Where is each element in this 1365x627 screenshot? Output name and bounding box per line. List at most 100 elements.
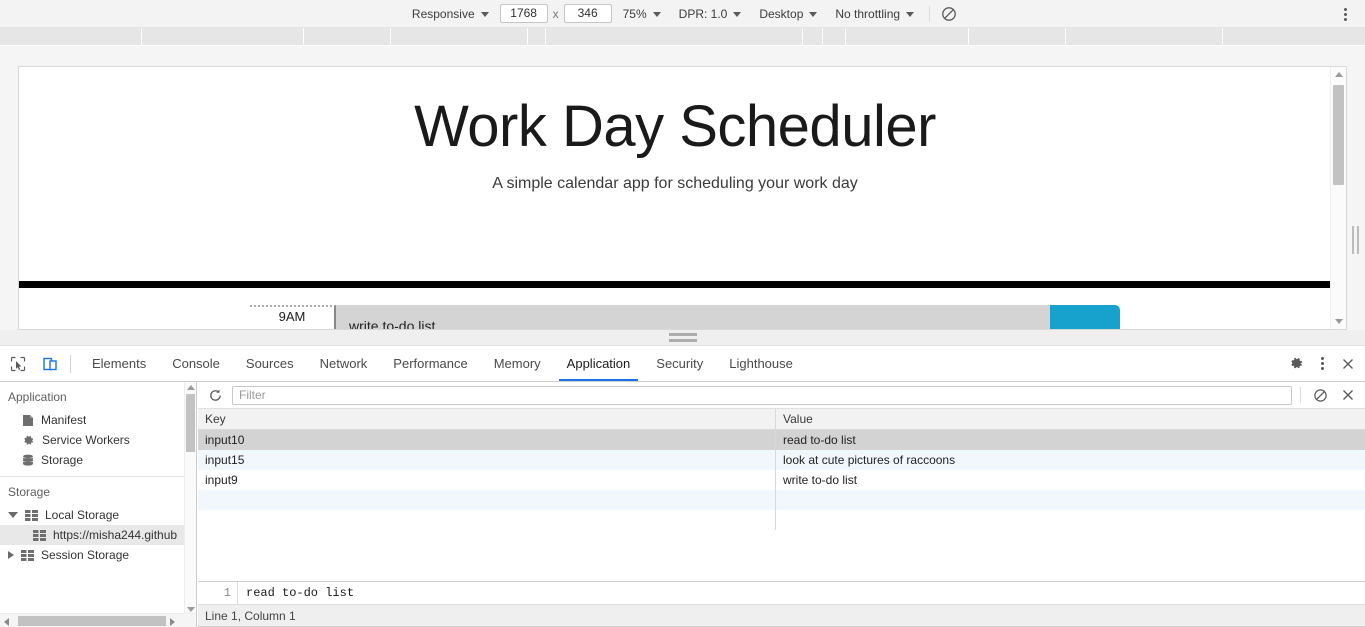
page-subtitle: A simple calendar app for scheduling you… [492,174,858,192]
delete-selected-button[interactable] [1337,384,1359,406]
ruler-tick [1065,28,1066,46]
tab-memory[interactable]: Memory [481,346,554,381]
sidebar-scrollbar-thumb[interactable] [186,394,195,452]
table-empty-row[interactable] [198,490,1365,510]
scroll-down-arrow-icon[interactable] [187,607,195,612]
schedule-save-button[interactable] [1050,305,1120,329]
column-header-key[interactable]: Key [198,409,776,429]
device-select[interactable]: Responsive [403,3,498,25]
zoom-level-label: 75% [622,6,647,21]
sidebar-item-local-storage-origin[interactable]: https://misha244.github [0,525,196,545]
chevron-down-icon [652,12,661,17]
database-icon [22,454,34,467]
tabbar-divider [70,354,71,373]
kebab-menu-icon [1320,357,1324,370]
scroll-up-arrow-icon[interactable] [1335,72,1343,77]
local-storage-panel: Key Value input10 read to-do list input1… [198,382,1365,627]
toolbar-divider [929,5,931,22]
devtools-window: Responsive x 75% DPR: 1.0 Desktop No thr… [0,0,1365,627]
toggle-device-toolbar-icon [42,356,58,372]
sidebar-item-service-workers[interactable]: Service Workers [0,430,196,450]
device-toolbar-controls: Responsive x 75% DPR: 1.0 Desktop No thr… [403,0,962,27]
throttling-label: No throttling [835,6,901,21]
ruler-tick [845,28,846,46]
page-header: Work Day Scheduler A simple calendar app… [19,67,1331,193]
tab-console[interactable]: Console [159,346,233,381]
viewport-ruler[interactable] [0,28,1365,46]
ruler-tick [802,28,803,46]
throttling-select[interactable]: No throttling [826,3,923,25]
device-mode-toolbar: Responsive x 75% DPR: 1.0 Desktop No thr… [0,0,1365,28]
user-agent-type-select[interactable]: Desktop [750,3,826,25]
viewport-width-input[interactable] [499,4,548,23]
device-toolbar-more-options-button[interactable] [1333,3,1357,25]
cell-key: input9 [198,470,776,490]
table-row[interactable]: input15 look at cute pictures of raccoon… [198,450,1365,470]
sidebar-item-manifest[interactable]: Manifest [0,410,196,430]
table-icon [33,529,46,541]
gear-icon [22,434,35,447]
devtools-close-button[interactable] [1335,353,1361,375]
viewport-resize-handle-right[interactable] [1352,226,1359,254]
dpr-select[interactable]: DPR: 1.0 [670,3,751,25]
scroll-down-arrow-icon[interactable] [1335,319,1343,324]
column-header-value[interactable]: Value [776,409,1365,429]
scroll-right-arrow-icon[interactable] [170,618,175,626]
inspect-element-button[interactable] [4,350,32,378]
toggle-device-toolbar-button[interactable] [36,350,64,378]
schedule-task-input[interactable]: write to-do list [336,305,1050,329]
tab-lighthouse[interactable]: Lighthouse [716,346,806,381]
sidebar-item-storage[interactable]: Storage [0,450,196,470]
sidebar-horizontal-scrollbar[interactable] [0,613,196,627]
tab-security[interactable]: Security [643,346,716,381]
application-sidebar: Application Manifest Service Workers Sto… [0,382,197,627]
chevron-down-icon[interactable] [8,512,18,518]
tab-network[interactable]: Network [307,346,381,381]
cell-key: input10 [198,430,776,450]
tab-sources[interactable]: Sources [233,346,307,381]
ruler-tick [141,28,142,46]
no-media-emulation-icon[interactable] [936,3,962,25]
cell-value: read to-do list [783,433,856,447]
gear-icon [1289,356,1304,371]
sidebar-item-label: Manifest [41,413,87,427]
tab-elements[interactable]: Elements [79,346,159,381]
sidebar-hscrollbar-thumb[interactable] [18,616,166,626]
table-row[interactable]: input9 write to-do list [198,470,1365,490]
chevron-down-icon [906,12,915,17]
sidebar-item-label: Session Storage [41,548,130,562]
viewport-height-input[interactable] [563,4,612,23]
sidebar-item-label: Storage [41,453,84,467]
chevron-down-icon [733,12,742,17]
clear-all-button[interactable] [1309,384,1331,406]
refresh-icon [208,388,223,403]
sidebar-item-session-storage[interactable]: Session Storage [0,545,196,565]
scroll-left-arrow-icon[interactable] [4,618,9,626]
refresh-button[interactable] [204,384,226,406]
devtools-more-options-button[interactable] [1309,353,1335,375]
viewport-resize-handle-bottom[interactable] [0,330,1365,346]
device-viewport-area: Work Day Scheduler A simple calendar app… [0,46,1365,330]
close-icon [1341,357,1355,371]
chevron-right-icon[interactable] [8,551,14,559]
zoom-select[interactable]: 75% [614,3,670,25]
devtools-tabbar-actions [1283,346,1361,381]
sidebar-vertical-scrollbar[interactable] [184,382,196,615]
cell-key [198,490,776,510]
sidebar-item-label: Service Workers [42,433,130,447]
chevron-down-icon [480,12,489,17]
storage-filter-input[interactable] [232,385,1292,405]
page-vertical-scrollbar[interactable] [1330,67,1346,329]
delete-icon [1341,388,1355,402]
value-preview-pane: 1 read to-do list Line 1, Column 1 [198,581,1365,627]
sidebar-item-label: Local Storage [45,508,120,522]
preview-editor[interactable]: 1 read to-do list [198,582,1365,604]
scroll-up-arrow-icon[interactable] [187,385,195,390]
tab-application[interactable]: Application [554,346,644,381]
page-scrollbar-thumb[interactable] [1333,85,1344,185]
devtools-settings-button[interactable] [1283,353,1309,375]
tab-performance[interactable]: Performance [380,346,480,381]
table-empty-row[interactable] [198,510,1365,530]
table-row[interactable]: input10 read to-do list [198,430,1365,450]
sidebar-item-local-storage[interactable]: Local Storage [0,505,196,525]
